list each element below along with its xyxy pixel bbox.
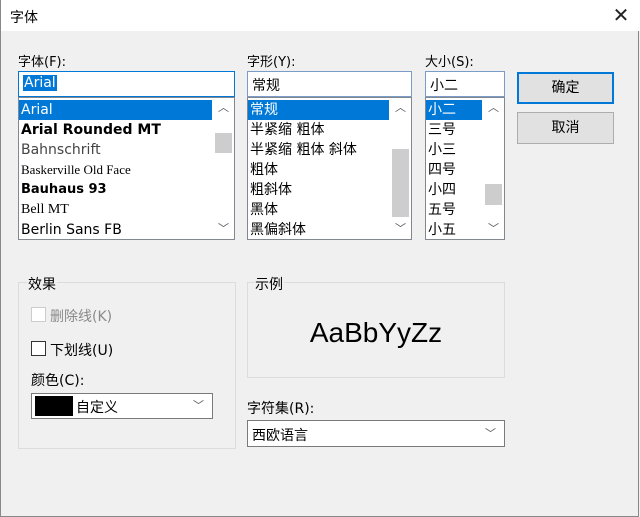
title-bar: 字体 ✕ xyxy=(1,0,640,31)
close-icon[interactable]: ✕ xyxy=(607,3,635,27)
dialog-title: 字体 xyxy=(10,10,38,26)
scroll-down-icon[interactable]: ﹀ xyxy=(213,219,234,239)
font-item-bell-mt[interactable]: Bell MT xyxy=(19,200,234,220)
font-dialog: 字体 ✕ 字体(F): Arial Arial Arial Rounded MT… xyxy=(0,0,640,517)
charset-label: 字符集(R): xyxy=(247,401,315,417)
size-list-scrollbar[interactable]: ︿ ﹀ xyxy=(483,98,504,239)
font-item-bauhaus[interactable]: Bauhaus 93 xyxy=(19,180,234,200)
sample-title: 示例 xyxy=(254,274,284,294)
scroll-up-icon[interactable]: ︿ xyxy=(213,98,234,118)
style-label: 字形(Y): xyxy=(247,55,296,70)
chevron-down-icon: ﹀ xyxy=(485,427,496,440)
sample-group: 示例 AaBbYyZz xyxy=(247,274,505,378)
color-dropdown[interactable]: 自定义 ﹀ xyxy=(31,393,213,419)
font-item-baskerville[interactable]: Baskerville Old Face xyxy=(19,160,234,180)
font-item-arial[interactable]: Arial xyxy=(19,100,212,120)
scroll-thumb[interactable] xyxy=(215,133,232,153)
font-list-scrollbar[interactable]: ︿ ﹀ xyxy=(213,98,234,239)
strikeout-checkbox[interactable] xyxy=(31,307,46,322)
color-swatch xyxy=(35,396,73,416)
sample-text: AaBbYyZz xyxy=(309,317,443,348)
scroll-thumb[interactable] xyxy=(485,184,502,205)
font-item-arial-rounded-mt[interactable]: Arial Rounded MT xyxy=(19,120,234,140)
style-item[interactable]: 半紧缩 粗体 斜体 xyxy=(248,140,411,160)
style-item[interactable]: 粗斜体 xyxy=(248,180,411,200)
ok-button[interactable]: 确定 xyxy=(517,72,614,104)
style-list-scrollbar[interactable]: ︿ ﹀ xyxy=(390,98,411,239)
cancel-button[interactable]: 取消 xyxy=(517,112,614,144)
underline-label: 下划线(U) xyxy=(50,343,114,359)
effects-title: 效果 xyxy=(27,274,57,294)
charset-value: 西欧语言 xyxy=(252,428,308,444)
size-label: 大小(S): xyxy=(425,55,474,70)
chevron-down-icon: ﹀ xyxy=(193,399,204,412)
scroll-up-icon[interactable]: ︿ xyxy=(390,98,411,118)
style-item[interactable]: 半紧缩 粗体 xyxy=(248,120,411,140)
scroll-up-icon[interactable]: ︿ xyxy=(483,98,504,118)
underline-checkbox[interactable] xyxy=(31,341,46,356)
size-list[interactable]: 小二 三号 小三 四号 小四 五号 小五 ︿ ﹀ xyxy=(425,97,505,240)
scroll-thumb[interactable] xyxy=(392,149,409,217)
font-input[interactable]: Arial xyxy=(18,71,235,97)
size-input[interactable]: 小二 xyxy=(425,71,505,97)
strikeout-label: 删除线(K) xyxy=(50,309,113,325)
font-item-berlin-sans[interactable]: Berlin Sans FB xyxy=(19,220,234,239)
size-item[interactable]: 小二 xyxy=(426,100,482,120)
scroll-down-icon[interactable]: ﹀ xyxy=(483,219,504,239)
font-list[interactable]: Arial Arial Rounded MT Bahnschrift Baske… xyxy=(18,97,235,240)
style-item[interactable]: 黑体 xyxy=(248,200,411,220)
font-label: 字体(F): xyxy=(18,55,67,70)
style-item[interactable]: 粗体 xyxy=(248,160,411,180)
color-value: 自定义 xyxy=(76,400,118,416)
color-label: 颜色(C): xyxy=(31,373,85,389)
font-item-bahnschrift[interactable]: Bahnschrift xyxy=(19,140,234,160)
scroll-down-icon[interactable]: ﹀ xyxy=(390,219,411,239)
charset-dropdown[interactable]: 西欧语言 ﹀ xyxy=(247,420,505,447)
style-input[interactable]: 常规 xyxy=(247,71,412,97)
style-list[interactable]: 常规 半紧缩 粗体 半紧缩 粗体 斜体 粗体 粗斜体 黑体 黑偏斜体 ︿ ﹀ xyxy=(247,97,412,240)
font-input-value: Arial xyxy=(23,75,57,91)
style-item[interactable]: 常规 xyxy=(248,100,389,120)
style-item[interactable]: 黑偏斜体 xyxy=(248,220,411,239)
